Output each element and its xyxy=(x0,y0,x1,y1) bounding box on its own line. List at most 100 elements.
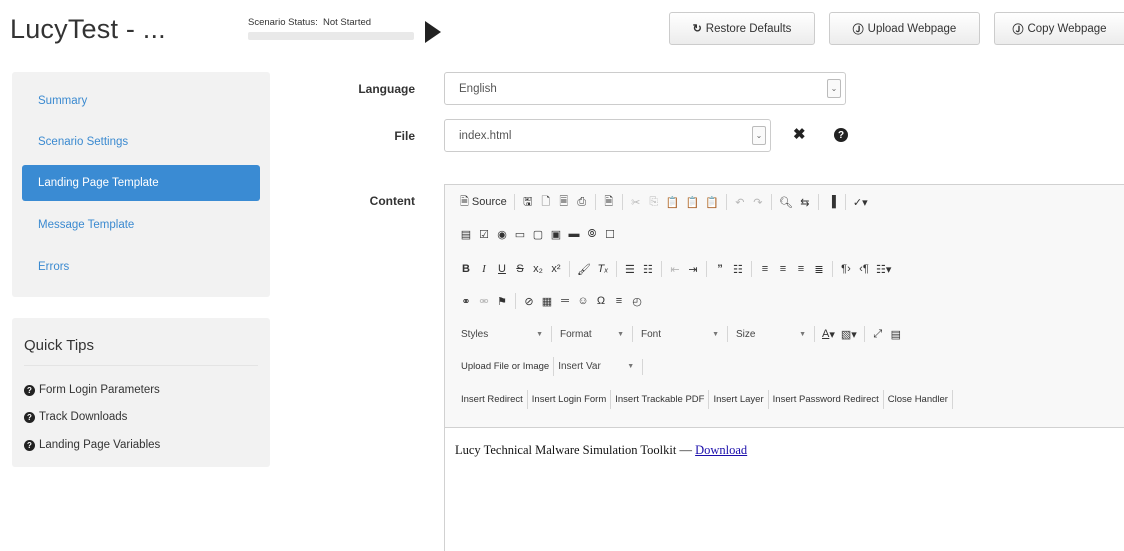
undo-icon[interactable]: ↶ xyxy=(731,193,749,211)
rich-text-editor: 🗎 Source 🖫 🗋 🗏 ⎙ 🗎 ✂ ⎘ 📋 📋 📋 ↶ ↷ 🔍︎ ⇆ ▐ … xyxy=(444,184,1124,551)
styles-dropdown[interactable]: Styles ▼ xyxy=(457,325,547,343)
insert-redirect-button[interactable]: Insert Redirect xyxy=(457,390,528,409)
iframe-icon[interactable]: ◴ xyxy=(628,292,646,310)
tip-landing-page-variables[interactable]: ? Landing Page Variables xyxy=(24,439,160,451)
remove-format-icon[interactable]: Tₓ xyxy=(594,260,612,278)
strikethrough-icon[interactable]: S xyxy=(511,260,529,278)
close-handler-button[interactable]: Close Handler xyxy=(884,390,953,409)
italic-icon[interactable]: I xyxy=(475,260,493,278)
horizontal-line-icon[interactable]: ═ xyxy=(556,292,574,310)
sidebar-item-errors[interactable]: Errors xyxy=(22,249,260,285)
form-icon[interactable]: ▤ xyxy=(457,225,475,243)
close-icon[interactable]: ✖ xyxy=(793,125,806,143)
templates-icon[interactable]: 🗎 xyxy=(600,193,618,211)
toolbar-separator xyxy=(594,194,596,210)
sidebar-item-message-template[interactable]: Message Template xyxy=(22,207,260,243)
tip-track-downloads[interactable]: ? Track Downloads xyxy=(24,411,127,423)
toolbar-separator xyxy=(814,326,815,342)
text-direction-rtl-icon[interactable]: ‹¶ xyxy=(855,260,873,278)
toolbar-separator xyxy=(660,261,662,277)
insert-password-redirect-button[interactable]: Insert Password Redirect xyxy=(769,390,884,409)
redo-icon[interactable]: ↷ xyxy=(749,193,767,211)
superscript-icon[interactable]: x² xyxy=(547,260,565,278)
paste-text-icon[interactable]: 📋 xyxy=(682,193,702,211)
replace-icon[interactable]: ⇆ xyxy=(796,193,814,211)
bold-icon[interactable]: B xyxy=(457,260,475,278)
editor-content[interactable]: Lucy Technical Malware Simulation Toolki… xyxy=(445,428,1124,473)
cut-icon[interactable]: ✂ xyxy=(627,193,645,211)
save-icon[interactable]: 🖫 xyxy=(519,193,537,211)
size-dropdown[interactable]: Size ▼ xyxy=(732,325,810,343)
table-icon[interactable]: ▦ xyxy=(538,292,556,310)
download-link[interactable]: Download xyxy=(695,443,747,457)
text-direction-ltr-icon[interactable]: ¶› xyxy=(837,260,855,278)
print-icon[interactable]: ⎙ xyxy=(573,193,591,211)
find-icon[interactable]: 🔍︎ xyxy=(776,193,796,211)
select-field-icon[interactable]: ▣ xyxy=(547,225,565,243)
subscript-icon[interactable]: x₂ xyxy=(529,260,547,278)
question-circle-icon[interactable]: ? xyxy=(834,128,848,142)
bulleted-list-icon[interactable]: ☷ xyxy=(639,260,657,278)
spellcheck-icon[interactable]: ✓▾ xyxy=(850,193,871,211)
smiley-icon[interactable]: ☺ xyxy=(574,292,592,310)
textarea-icon[interactable]: ▢ xyxy=(529,225,547,243)
underline-icon[interactable]: U xyxy=(493,260,511,278)
source-button[interactable]: 🗎 Source xyxy=(457,193,510,211)
tip-form-login-parameters[interactable]: ? Form Login Parameters xyxy=(24,384,160,396)
copy-format-icon[interactable]: 🖌︎ xyxy=(574,260,594,278)
play-icon[interactable] xyxy=(425,21,441,43)
anchor-icon[interactable]: ⚑ xyxy=(493,292,511,310)
chevron-down-icon: ▼ xyxy=(799,330,806,338)
blockquote-icon[interactable]: ” xyxy=(711,260,729,278)
font-dropdown[interactable]: Font ▼ xyxy=(637,325,723,343)
text-color-icon[interactable]: A ▾ xyxy=(819,325,838,343)
outdent-icon[interactable]: ⇤ xyxy=(666,260,684,278)
align-right-icon[interactable]: ≡ xyxy=(792,260,810,278)
maximize-icon[interactable]: ⤢ xyxy=(869,325,887,343)
unlink-icon[interactable]: ⚮ xyxy=(475,292,493,310)
format-dropdown[interactable]: Format ▼ xyxy=(556,325,628,343)
toolbar-row: Insert Redirect Insert Login Form Insert… xyxy=(457,390,953,409)
align-justify-icon[interactable]: ≣ xyxy=(810,260,828,278)
toolbar-separator xyxy=(817,194,819,210)
checkbox-icon[interactable]: ☑ xyxy=(475,225,493,243)
select-all-icon[interactable]: ▐ xyxy=(823,193,841,211)
background-color-icon[interactable]: ▧▾ xyxy=(838,325,860,343)
radio-icon[interactable]: ◉ xyxy=(493,225,511,243)
paste-word-icon[interactable]: 📋 xyxy=(702,193,722,211)
copy-webpage-button[interactable]: Ⓙ Copy Webpage xyxy=(994,12,1124,45)
align-left-icon[interactable]: ≡ xyxy=(756,260,774,278)
upload-file-button[interactable]: Upload File or Image xyxy=(457,357,555,376)
button-field-icon[interactable]: ▬ xyxy=(565,225,583,243)
page-break-icon[interactable]: ≡ xyxy=(610,292,628,310)
insert-login-form-button[interactable]: Insert Login Form xyxy=(528,390,612,409)
sidebar-item-scenario-settings[interactable]: Scenario Settings xyxy=(22,124,260,160)
align-center-icon[interactable]: ≡ xyxy=(774,260,792,278)
upload-webpage-button[interactable]: Ⓙ Upload Webpage xyxy=(829,12,980,45)
image-button-icon[interactable]: ⦾ xyxy=(583,225,601,243)
preview-icon[interactable]: 🗏 xyxy=(555,193,573,211)
insert-layer-button[interactable]: Insert Layer xyxy=(709,390,769,409)
show-blocks-icon[interactable]: ▤ xyxy=(887,325,905,343)
link-icon[interactable]: ⚭ xyxy=(457,292,475,310)
sidebar-item-landing-page-template[interactable]: Landing Page Template xyxy=(22,165,260,201)
sidebar-item-summary[interactable]: Summary xyxy=(22,83,260,119)
file-select[interactable]: index.html ⌄ xyxy=(444,119,771,152)
copy-icon[interactable]: ⎘ xyxy=(645,193,663,211)
app-page: LucyTest - ... Scenario Status: Not Star… xyxy=(0,0,1124,551)
language-select[interactable]: English ⌄ xyxy=(444,72,846,105)
restore-defaults-button[interactable]: ↻ Restore Defaults xyxy=(669,12,815,45)
tip-label: Form Login Parameters xyxy=(39,384,160,396)
new-page-icon[interactable]: 🗋 xyxy=(537,193,555,211)
paste-icon[interactable]: 📋 xyxy=(663,193,683,211)
insert-var-dropdown[interactable]: Insert Var ▼ xyxy=(554,358,638,376)
special-char-icon[interactable]: Ω xyxy=(592,292,610,310)
numbered-list-icon[interactable]: ☰ xyxy=(621,260,639,278)
insert-trackable-pdf-button[interactable]: Insert Trackable PDF xyxy=(611,390,710,409)
flash-icon[interactable]: ⊘ xyxy=(520,292,538,310)
div-container-icon[interactable]: ☷ xyxy=(729,260,747,278)
text-field-icon[interactable]: ▭ xyxy=(511,225,529,243)
language-icon[interactable]: ☷▾ xyxy=(873,260,894,278)
hidden-field-icon[interactable]: ☐ xyxy=(601,225,619,243)
indent-icon[interactable]: ⇥ xyxy=(684,260,702,278)
